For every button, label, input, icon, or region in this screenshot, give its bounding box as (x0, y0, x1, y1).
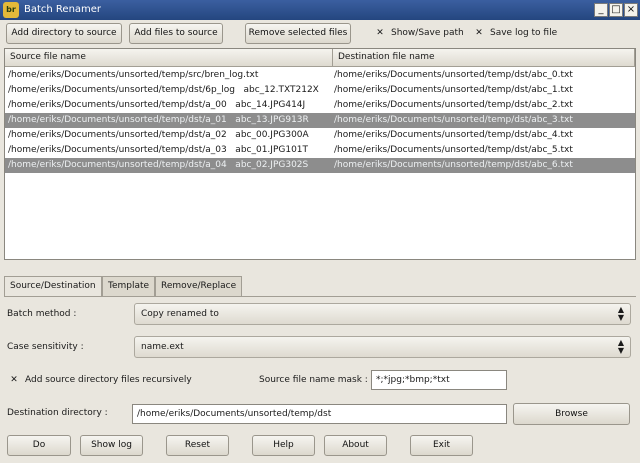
destination-cell: /home/eriks/Documents/unsorted/temp/dst/… (334, 70, 573, 80)
batch-method-value: Copy renamed to (141, 309, 219, 319)
destination-cell: /home/eriks/Documents/unsorted/temp/dst/… (334, 145, 573, 155)
title-bar: br Batch Renamer _ □ × (0, 0, 640, 20)
reset-button[interactable]: Reset (166, 435, 229, 456)
minimize-button[interactable]: _ (594, 3, 608, 17)
source-cell: /home/eriks/Documents/unsorted/temp/dst/… (8, 130, 309, 140)
show-save-path-label: Show/Save path (391, 28, 464, 38)
source-cell: /home/eriks/Documents/unsorted/temp/dst/… (8, 100, 306, 110)
table-row[interactable]: /home/eriks/Documents/unsorted/temp/dst/… (5, 83, 635, 98)
column-header-source[interactable]: Source file name (5, 49, 333, 67)
maximize-button[interactable]: □ (609, 3, 623, 17)
checkmark-icon: ✕ (475, 28, 483, 38)
batch-method-select[interactable]: Copy renamed to ▲ ▼ (134, 303, 631, 325)
source-cell: /home/eriks/Documents/unsorted/temp/dst/… (8, 145, 309, 155)
source-cell: /home/eriks/Documents/unsorted/temp/src/… (8, 70, 259, 80)
table-row[interactable]: /home/eriks/Documents/unsorted/temp/dst/… (5, 128, 635, 143)
app-icon: br (3, 2, 19, 18)
destination-label: Destination directory : (7, 408, 108, 418)
destination-input[interactable]: /home/eriks/Documents/unsorted/temp/dst (132, 404, 507, 424)
tab-remove-replace[interactable]: Remove/Replace (155, 276, 243, 296)
table-row[interactable]: /home/eriks/Documents/unsorted/temp/dst/… (5, 98, 635, 113)
table-row[interactable]: /home/eriks/Documents/unsorted/temp/dst/… (5, 113, 635, 128)
window-title: Batch Renamer (24, 4, 102, 15)
recursive-label: Add source directory files recursively (25, 375, 192, 385)
close-button[interactable]: × (624, 3, 638, 17)
case-sensitivity-label: Case sensitivity : (7, 342, 84, 352)
save-log-label: Save log to file (490, 28, 558, 38)
mask-label: Source file name mask : (259, 375, 368, 385)
remove-selected-button[interactable]: Remove selected files (245, 23, 351, 44)
checkmark-icon: ✕ (376, 28, 384, 38)
table-row[interactable]: /home/eriks/Documents/unsorted/temp/dst/… (5, 158, 635, 173)
exit-button[interactable]: Exit (410, 435, 473, 456)
source-cell: /home/eriks/Documents/unsorted/temp/dst/… (8, 85, 319, 95)
mask-input[interactable]: *;*jpg;*bmp;*txt (371, 370, 507, 390)
destination-cell: /home/eriks/Documents/unsorted/temp/dst/… (334, 100, 573, 110)
table-row[interactable]: /home/eriks/Documents/unsorted/temp/src/… (5, 68, 635, 83)
save-log-checkbox[interactable]: ✕ Save log to file (474, 26, 557, 40)
spinner-icon: ▲ ▼ (617, 338, 624, 355)
destination-cell: /home/eriks/Documents/unsorted/temp/dst/… (334, 85, 573, 95)
checkmark-icon: ✕ (10, 375, 18, 385)
do-button[interactable]: Do (7, 435, 71, 456)
table-row[interactable]: /home/eriks/Documents/unsorted/temp/dst/… (5, 143, 635, 158)
column-header-destination[interactable]: Destination file name (333, 49, 635, 67)
show-save-path-checkbox[interactable]: ✕ Show/Save path (375, 26, 464, 40)
recursive-checkbox[interactable]: ✕ Add source directory files recursively (9, 373, 192, 387)
spinner-icon: ▲ ▼ (617, 305, 624, 322)
source-cell: /home/eriks/Documents/unsorted/temp/dst/… (8, 160, 309, 170)
destination-cell: /home/eriks/Documents/unsorted/temp/dst/… (334, 160, 573, 170)
show-log-button[interactable]: Show log (80, 435, 143, 456)
panel-divider (4, 296, 636, 297)
source-cell: /home/eriks/Documents/unsorted/temp/dst/… (8, 115, 309, 125)
tab-source-destination[interactable]: Source/Destination (4, 276, 102, 297)
case-sensitivity-select[interactable]: name.ext ▲ ▼ (134, 336, 631, 358)
batch-method-label: Batch method : (7, 309, 77, 319)
tab-template[interactable]: Template (102, 276, 156, 296)
add-directory-button[interactable]: Add directory to source (6, 23, 122, 44)
destination-cell: /home/eriks/Documents/unsorted/temp/dst/… (334, 130, 573, 140)
case-sensitivity-value: name.ext (141, 342, 184, 352)
destination-cell: /home/eriks/Documents/unsorted/temp/dst/… (334, 115, 573, 125)
add-files-button[interactable]: Add files to source (129, 23, 223, 44)
file-list[interactable]: Source file name Destination file name /… (4, 48, 636, 260)
about-button[interactable]: About (324, 435, 387, 456)
browse-button[interactable]: Browse (513, 403, 630, 425)
help-button[interactable]: Help (252, 435, 315, 456)
